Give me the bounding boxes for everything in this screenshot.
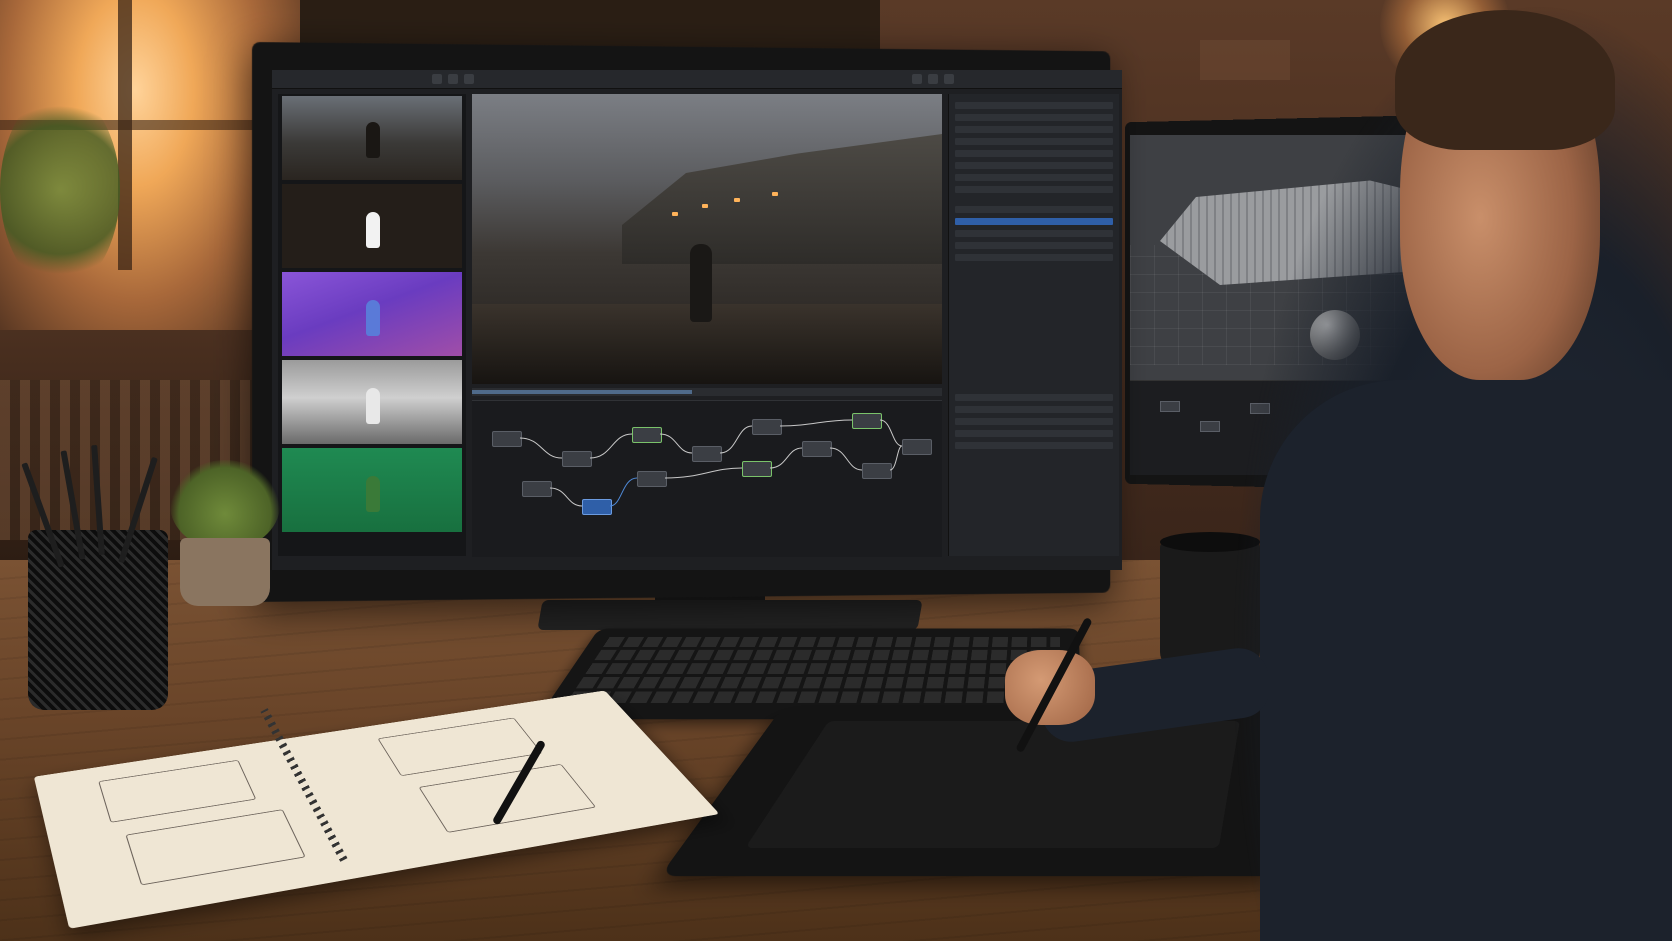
timeline-progress xyxy=(472,390,692,394)
thumbnail-green-pass xyxy=(282,448,462,532)
properties-panel xyxy=(948,94,1119,556)
storyboard-sketch xyxy=(98,759,257,823)
node-graph xyxy=(472,400,942,557)
graph-node xyxy=(1200,421,1220,432)
panel-row[interactable] xyxy=(955,174,1113,181)
person-torso xyxy=(1260,380,1672,941)
panel-row[interactable] xyxy=(955,150,1113,157)
potted-plant xyxy=(170,460,280,550)
panel-row-selected[interactable] xyxy=(955,218,1113,225)
pencil-cup xyxy=(28,530,168,710)
panel-row[interactable] xyxy=(955,126,1113,133)
main-screen xyxy=(272,70,1122,570)
ship-light xyxy=(772,192,778,196)
character-green xyxy=(366,476,380,512)
panel-row[interactable] xyxy=(955,406,1113,413)
toolbar-icon xyxy=(912,74,922,84)
panel-row[interactable] xyxy=(955,394,1113,401)
tablet-active-area xyxy=(745,721,1240,848)
panel-row[interactable] xyxy=(955,430,1113,437)
monitor-stand-base xyxy=(537,600,923,630)
photo-scene xyxy=(0,0,1672,941)
panel-row[interactable] xyxy=(955,162,1113,169)
panel-row[interactable] xyxy=(955,114,1113,121)
person-hair xyxy=(1395,10,1615,150)
character-silhouette xyxy=(366,122,380,158)
thumbnail-depth xyxy=(282,360,462,444)
wrecked-spaceship xyxy=(622,134,942,264)
character-matte xyxy=(366,212,380,248)
window-frame xyxy=(118,0,132,270)
toolbar-icon xyxy=(448,74,458,84)
thumbnail-normals xyxy=(282,272,462,356)
toolbar-icon xyxy=(432,74,442,84)
plant-pot xyxy=(180,538,270,606)
panel-row[interactable] xyxy=(955,138,1113,145)
character-depth xyxy=(366,388,380,424)
window-plant xyxy=(0,90,120,290)
toolbar-icon xyxy=(928,74,938,84)
ship-light xyxy=(702,204,708,208)
thumbnail-matte xyxy=(282,184,462,268)
panel-row[interactable] xyxy=(955,418,1113,425)
playback-timeline[interactable] xyxy=(472,388,942,396)
panel-row[interactable] xyxy=(955,442,1113,449)
app-menubar xyxy=(272,70,1122,89)
storyboard-sketch xyxy=(125,809,306,886)
toolbar-icon xyxy=(944,74,954,84)
image-viewer xyxy=(472,94,942,384)
panel-row[interactable] xyxy=(955,186,1113,193)
panel-row[interactable] xyxy=(955,230,1113,237)
keyboard-keys xyxy=(566,634,1061,704)
panel-row[interactable] xyxy=(955,242,1113,249)
panel-row[interactable] xyxy=(955,206,1113,213)
render-pass-strip xyxy=(278,94,466,556)
ship-light xyxy=(734,198,740,202)
node-connections xyxy=(519,419,903,507)
thumbnail-beauty xyxy=(282,96,462,180)
character-normals xyxy=(366,300,380,336)
ship-light xyxy=(672,212,678,216)
panel-row[interactable] xyxy=(955,254,1113,261)
armored-character xyxy=(690,244,712,322)
panel-row[interactable] xyxy=(955,102,1113,109)
storyboard-sketch xyxy=(377,717,543,777)
graph-node xyxy=(1160,401,1180,412)
toolbar-icon xyxy=(464,74,474,84)
